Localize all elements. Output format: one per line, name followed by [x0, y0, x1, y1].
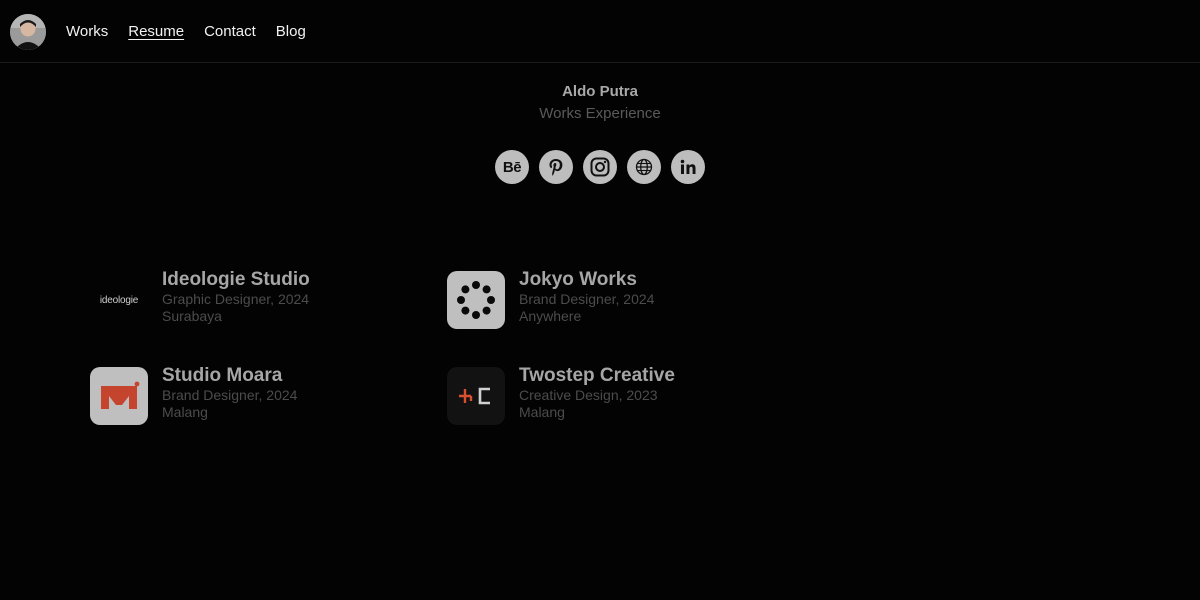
experience-location: Surabaya	[162, 308, 222, 324]
twostep-mark-icon	[459, 387, 490, 405]
jokyo-dots-icon	[457, 281, 495, 319]
nav-link-blog[interactable]: Blog	[276, 22, 306, 42]
moara-mark-icon	[101, 381, 140, 409]
nav-link-works[interactable]: Works	[66, 22, 108, 42]
experience-location: Malang	[519, 404, 565, 420]
experience-role: Brand Designer, 2024	[162, 387, 298, 403]
experience-role: Creative Design, 2023	[519, 387, 658, 403]
behance-button[interactable]: Bē	[495, 150, 529, 184]
experience-location: Malang	[162, 404, 208, 420]
top-nav: Works Resume Contact Blog	[0, 0, 1200, 63]
experience-details: Twostep Creative Creative Design, 2023 M…	[519, 365, 675, 421]
linkedin-button[interactable]	[671, 150, 705, 184]
instagram-icon	[590, 157, 610, 177]
social-links: Bē	[495, 150, 705, 184]
experience-item-ideologie[interactable]: ideologie Ideologie Studio Graphic Desig…	[90, 269, 310, 329]
behance-icon: Bē	[502, 158, 522, 176]
website-button[interactable]	[627, 150, 661, 184]
experience-company: Ideologie Studio	[162, 269, 310, 290]
experience-company: Twostep Creative	[519, 365, 675, 386]
experience-details: Studio Moara Brand Designer, 2024 Malang	[162, 365, 298, 421]
profile-name: Aldo Putra	[562, 83, 638, 100]
avatar-photo-icon	[10, 14, 46, 50]
pinterest-button[interactable]	[539, 150, 573, 184]
nav-links: Works Resume Contact Blog	[66, 22, 306, 42]
experience-role: Brand Designer, 2024	[519, 291, 655, 307]
twostep-logo	[447, 367, 505, 425]
pinterest-icon	[549, 159, 563, 176]
ideologie-logo-text: ideologie	[99, 294, 139, 306]
experience-details: Jokyo Works Brand Designer, 2024 Anywher…	[519, 269, 655, 325]
globe-icon	[635, 158, 653, 176]
experience-company: Studio Moara	[162, 365, 283, 386]
ideologie-logo: ideologie	[90, 271, 148, 329]
experience-item-moara[interactable]: Studio Moara Brand Designer, 2024 Malang	[90, 365, 298, 425]
jokyo-logo	[447, 271, 505, 329]
avatar[interactable]	[10, 14, 46, 50]
profile-header: Aldo Putra Works Experience	[0, 82, 1200, 125]
experience-role: Graphic Designer, 2024	[162, 291, 310, 307]
profile-subtitle: Works Experience	[539, 105, 661, 122]
experience-details: Ideologie Studio Graphic Designer, 2024 …	[162, 269, 310, 325]
instagram-button[interactable]	[583, 150, 617, 184]
experience-item-jokyo[interactable]: Jokyo Works Brand Designer, 2024 Anywher…	[447, 269, 655, 329]
linkedin-icon	[680, 159, 696, 174]
moara-logo	[90, 367, 148, 425]
experience-location: Anywhere	[519, 308, 582, 324]
experience-item-twostep[interactable]: Twostep Creative Creative Design, 2023 M…	[447, 365, 675, 425]
nav-link-contact[interactable]: Contact	[204, 22, 256, 42]
experience-company: Jokyo Works	[519, 269, 637, 290]
nav-link-resume[interactable]: Resume	[128, 22, 184, 42]
